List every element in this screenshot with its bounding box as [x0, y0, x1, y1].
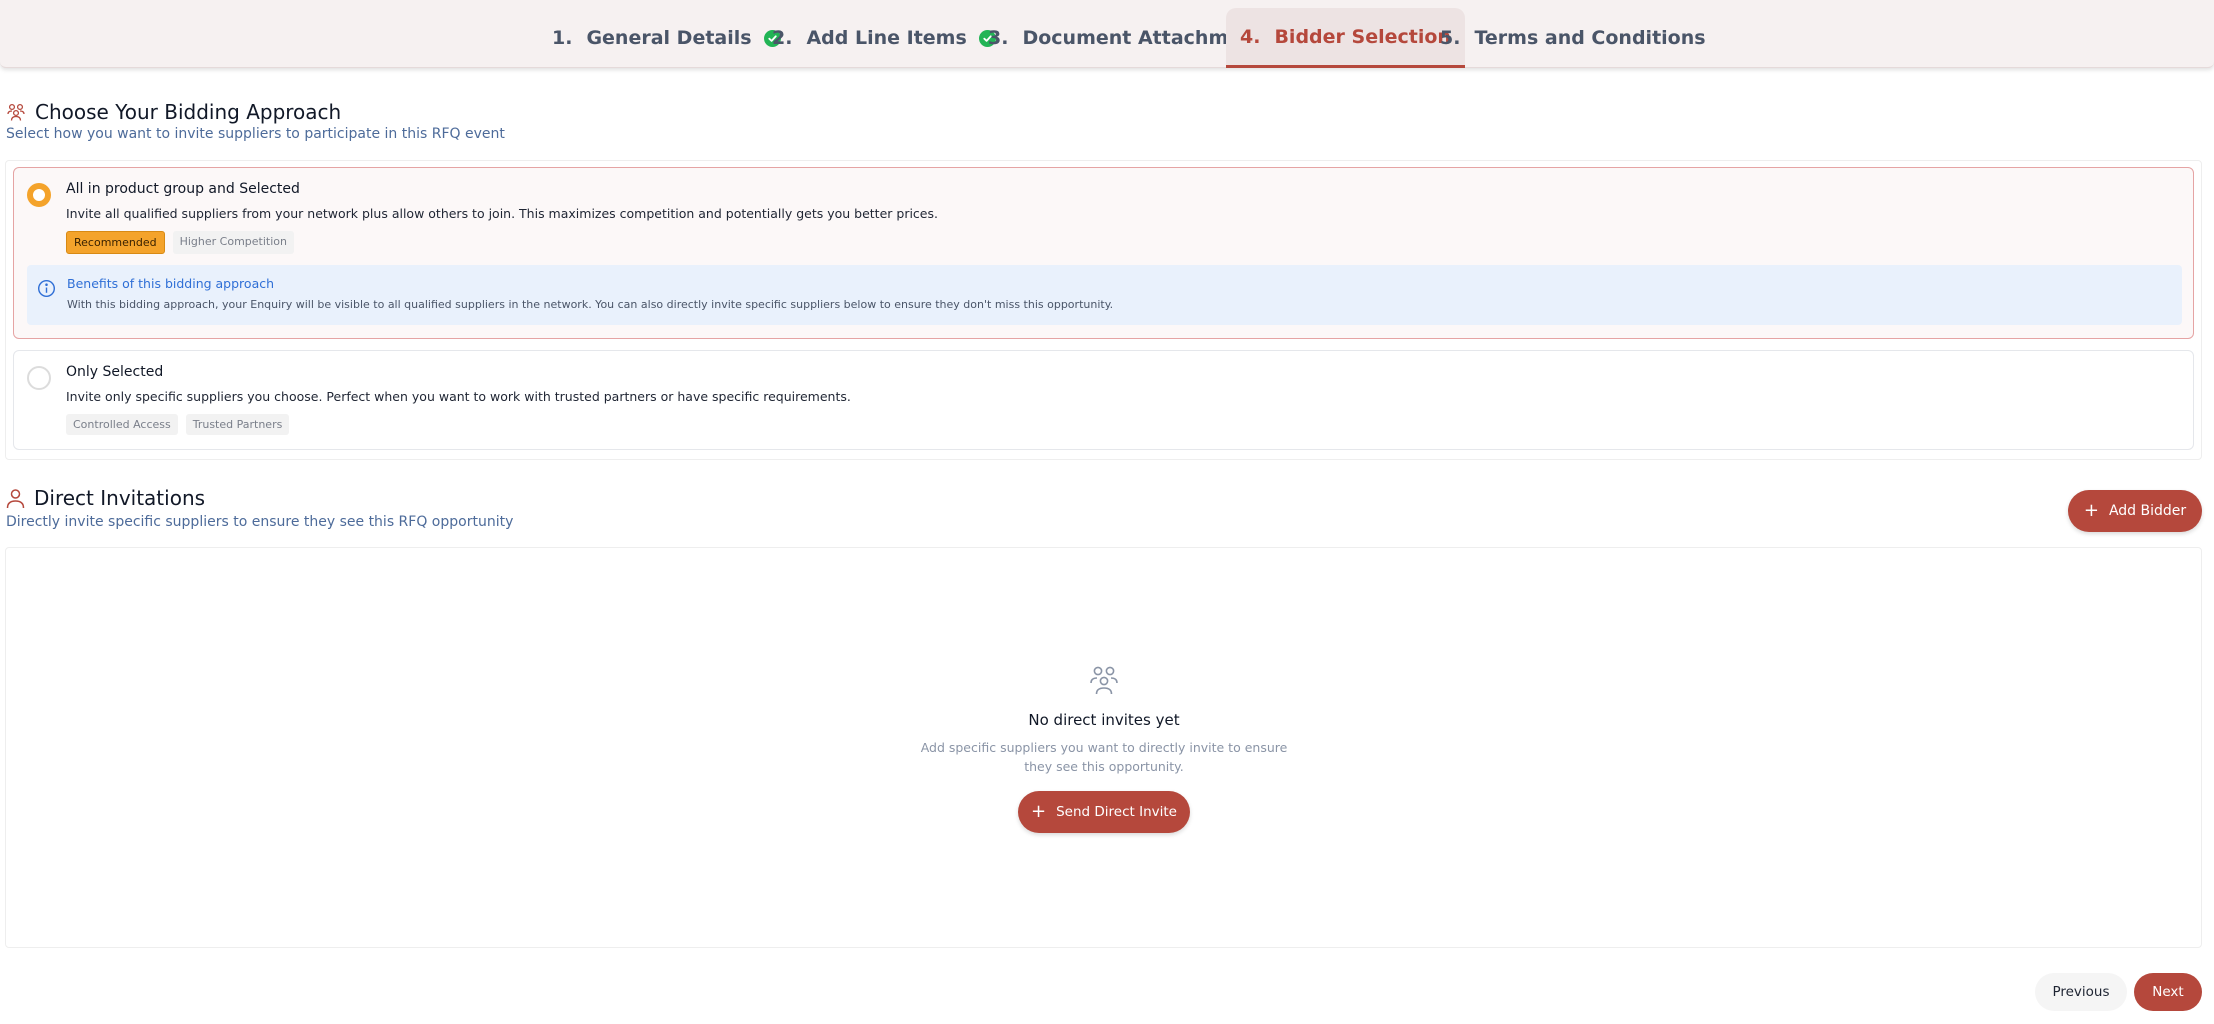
option-description: Invite all qualified suppliers from your…: [66, 206, 938, 221]
section-title: Direct Invitations: [34, 486, 206, 510]
option-tags: Controlled Access Trusted Partners: [66, 414, 290, 435]
recommended-badge: Recommended: [66, 231, 165, 254]
step-label: Terms and Conditions: [1474, 27, 1706, 49]
step-number: 2.: [772, 27, 793, 49]
tab-add-line-items[interactable]: 2. Add Line Items: [772, 8, 996, 68]
tab-bidder-selection[interactable]: 4. Bidder Selection: [1226, 8, 1465, 68]
benefits-title: Benefits of this bidding approach: [67, 276, 275, 291]
step-number: 3.: [988, 27, 1009, 49]
tag-badge: Controlled Access: [66, 414, 178, 435]
next-button[interactable]: Next: [2134, 973, 2202, 1011]
empty-state-title: No direct invites yet: [1028, 711, 1180, 729]
step-number: 1.: [552, 27, 573, 49]
empty-state-text: Add specific suppliers you want to direc…: [920, 740, 1288, 774]
users-group-icon: [1088, 664, 1120, 700]
tag-badge: Trusted Partners: [185, 414, 290, 435]
benefits-info-box: Benefits of this bidding approach With t…: [27, 265, 2182, 325]
option-title: All in product group and Selected: [66, 181, 300, 197]
option-all-in-product-group[interactable]: All in product group and Selected Invite…: [13, 167, 2194, 339]
step-label: Add Line Items: [806, 27, 967, 49]
send-direct-invite-button[interactable]: + Send Direct Invite: [1018, 791, 1190, 833]
tab-document-attachment[interactable]: 3. Document Attachment: [988, 8, 1264, 68]
button-label: Send Direct Invite: [1056, 804, 1177, 820]
step-label: General Details: [586, 27, 752, 49]
radio-unselected[interactable]: [27, 366, 51, 390]
step-number: 4.: [1240, 25, 1261, 48]
bidding-approach-heading: Choose Your Bidding Approach: [6, 100, 341, 124]
button-label: Add Bidder: [2108, 503, 2187, 519]
section-title: Choose Your Bidding Approach: [35, 100, 342, 124]
previous-button[interactable]: Previous: [2035, 973, 2127, 1011]
direct-invitations-heading: Direct Invitations: [6, 486, 205, 510]
tab-general-details[interactable]: 1. General Details: [552, 8, 781, 68]
option-tags: Recommended Higher Competition: [66, 231, 294, 254]
option-title: Only Selected: [66, 364, 164, 380]
tab-terms-and-conditions[interactable]: 5. Terms and Conditions: [1440, 8, 1706, 68]
option-only-selected[interactable]: Only Selected Invite only specific suppl…: [13, 350, 2194, 450]
users-group-icon: [6, 102, 26, 122]
info-icon: [37, 279, 56, 302]
step-number: 5.: [1440, 27, 1461, 49]
plus-icon: +: [2083, 500, 2099, 521]
user-icon: [6, 488, 25, 509]
option-description: Invite only specific suppliers you choos…: [66, 389, 851, 404]
section-subtitle: Directly invite specific suppliers to en…: [6, 514, 514, 530]
add-bidder-button[interactable]: + Add Bidder: [2068, 490, 2202, 532]
step-label: Bidder Selection: [1274, 25, 1451, 48]
plus-icon: +: [1031, 801, 1047, 822]
tag-badge: Higher Competition: [172, 231, 294, 254]
benefits-text: With this bidding approach, your Enquiry…: [67, 298, 1114, 311]
section-subtitle: Select how you want to invite suppliers …: [6, 126, 505, 142]
radio-selected[interactable]: [27, 183, 51, 207]
